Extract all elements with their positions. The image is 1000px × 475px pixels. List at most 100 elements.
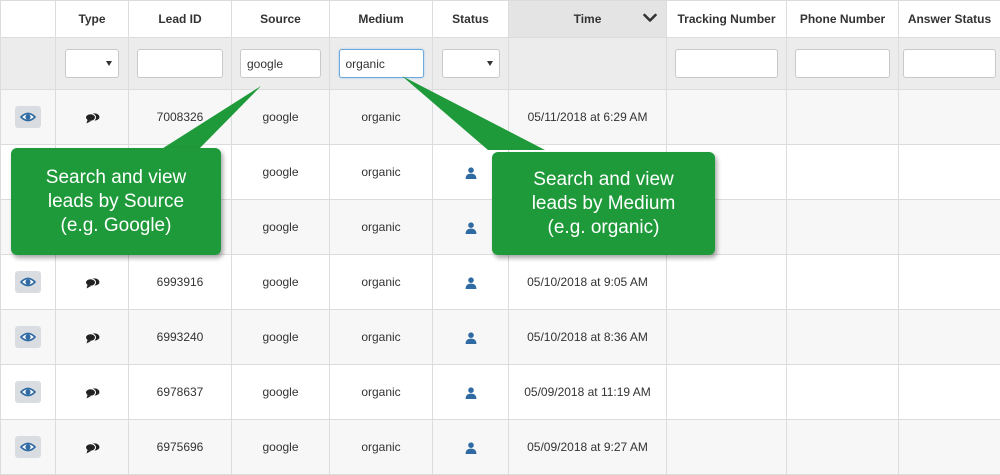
status-cell xyxy=(433,420,509,475)
view-lead-button[interactable] xyxy=(15,271,41,293)
filter-cell-answer-status xyxy=(899,38,1000,90)
filter-cell-phone-number xyxy=(787,38,899,90)
header-status[interactable]: Status xyxy=(433,1,509,38)
eye-icon xyxy=(20,441,36,453)
time: 05/10/2018 at 8:36 AM xyxy=(527,330,648,344)
view-lead-button[interactable] xyxy=(15,326,41,348)
header-lead-id[interactable]: Lead ID xyxy=(129,1,232,38)
lead-id-cell: 7008326 xyxy=(129,90,232,145)
view-lead-button[interactable] xyxy=(15,436,41,458)
chat-bubbles-icon xyxy=(85,385,100,399)
filter-cell-lead-id xyxy=(129,38,232,90)
table-row: 6993916 google organic 05/10/2018 at 9:0… xyxy=(1,255,1000,310)
header-time[interactable]: Time xyxy=(509,1,667,38)
source-callout-text: Search and view leads by Source (e.g. Go… xyxy=(46,166,186,238)
view-cell xyxy=(1,90,56,145)
source-callout: Search and view leads by Source (e.g. Go… xyxy=(11,148,221,255)
header-type[interactable]: Type xyxy=(56,1,129,38)
medium: organic xyxy=(361,330,400,344)
filter-cell-view xyxy=(1,38,56,90)
phone-number-cell xyxy=(787,90,899,145)
header-row: Type Lead ID Source Medium Status Time T… xyxy=(1,1,1000,38)
status-cell xyxy=(433,90,509,145)
header-source[interactable]: Source xyxy=(232,1,330,38)
phone-number-cell xyxy=(787,365,899,420)
phone-number-cell xyxy=(787,255,899,310)
view-lead-button[interactable] xyxy=(15,106,41,128)
chat-bubbles-icon xyxy=(85,440,100,454)
status-cell xyxy=(433,310,509,365)
caret-down-icon xyxy=(106,61,112,66)
header-tracking-number[interactable]: Tracking Number xyxy=(667,1,787,38)
source-filter-input[interactable] xyxy=(240,49,321,78)
medium-filter-input[interactable] xyxy=(339,49,424,78)
header-time-label: Time xyxy=(574,12,602,26)
user-icon xyxy=(465,385,477,399)
medium-cell: organic xyxy=(330,310,433,365)
phone-number-cell xyxy=(787,145,899,200)
time-cell: 05/09/2018 at 11:19 AM xyxy=(509,365,667,420)
phone-number-cell xyxy=(787,200,899,255)
medium: organic xyxy=(361,440,400,454)
phone-number-cell xyxy=(787,420,899,475)
source-cell: google xyxy=(232,90,330,145)
medium-cell: organic xyxy=(330,90,433,145)
medium-cell: organic xyxy=(330,255,433,310)
user-icon xyxy=(465,330,477,344)
lead-id: 6978637 xyxy=(157,385,204,399)
source: google xyxy=(262,440,298,454)
medium-callout-text: Search and view leads by Medium (e.g. or… xyxy=(532,168,676,240)
filter-cell-source xyxy=(232,38,330,90)
tracking-number-cell xyxy=(667,310,787,365)
phone-number-filter-input[interactable] xyxy=(795,49,890,78)
medium-cell: organic xyxy=(330,420,433,475)
type-cell xyxy=(56,420,129,475)
header-phone-number[interactable]: Phone Number xyxy=(787,1,899,38)
status-filter-select[interactable] xyxy=(442,49,500,78)
view-lead-button[interactable] xyxy=(15,381,41,403)
chat-bubbles-icon xyxy=(85,330,100,344)
user-icon xyxy=(465,275,477,289)
medium: organic xyxy=(361,220,400,234)
time-cell: 05/11/2018 at 6:29 AM xyxy=(509,90,667,145)
view-cell xyxy=(1,310,56,365)
chat-bubbles-icon xyxy=(85,110,100,124)
answer-status-cell xyxy=(899,145,1000,200)
user-icon xyxy=(465,220,477,234)
user-icon xyxy=(465,165,477,179)
chevron-down-icon[interactable] xyxy=(643,13,657,23)
view-cell xyxy=(1,255,56,310)
medium-cell: organic xyxy=(330,365,433,420)
eye-icon xyxy=(20,386,36,398)
answer-status-cell xyxy=(899,200,1000,255)
caret-down-icon xyxy=(487,61,493,66)
source: google xyxy=(262,330,298,344)
filter-row xyxy=(1,38,1000,90)
table-row: 6975696 google organic 05/09/2018 at 9:2… xyxy=(1,420,1000,475)
source: google xyxy=(262,165,298,179)
medium: organic xyxy=(361,275,400,289)
answer-status-filter-input[interactable] xyxy=(903,49,996,78)
answer-status-cell xyxy=(899,310,1000,365)
eye-icon xyxy=(20,111,36,123)
type-cell xyxy=(56,365,129,420)
tracking-number-cell xyxy=(667,90,787,145)
lead-id-filter-input[interactable] xyxy=(137,49,223,78)
header-view xyxy=(1,1,56,38)
source-cell: google xyxy=(232,365,330,420)
tracking-number-filter-input[interactable] xyxy=(675,49,778,78)
header-medium[interactable]: Medium xyxy=(330,1,433,38)
user-icon xyxy=(465,440,477,454)
header-answer-status[interactable]: Answer Status xyxy=(899,1,1000,38)
status-cell xyxy=(433,255,509,310)
table-row: 6978637 google organic 05/09/2018 at 11:… xyxy=(1,365,1000,420)
medium: organic xyxy=(361,110,400,124)
filter-cell-medium xyxy=(330,38,433,90)
lead-id-cell: 6978637 xyxy=(129,365,232,420)
time-cell: 05/09/2018 at 9:27 AM xyxy=(509,420,667,475)
lead-id: 7008326 xyxy=(157,110,204,124)
lead-id: 6993916 xyxy=(157,275,204,289)
phone-number-cell xyxy=(787,310,899,365)
lead-id-cell: 6993916 xyxy=(129,255,232,310)
type-filter-select[interactable] xyxy=(65,49,119,78)
